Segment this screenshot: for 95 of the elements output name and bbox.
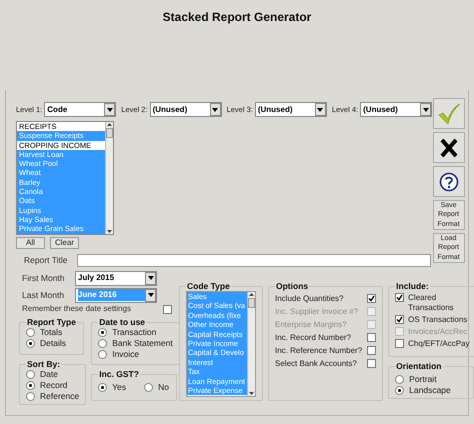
checkbox[interactable] xyxy=(395,339,404,348)
group-title: Orientation xyxy=(395,361,442,371)
radio-button[interactable] xyxy=(98,350,108,359)
group-title: Report Type xyxy=(26,317,77,327)
checkbox-label: Invoices/AccRec xyxy=(408,327,468,337)
dropdown-value: July 2015 xyxy=(78,272,116,284)
radio-button[interactable] xyxy=(395,386,404,395)
checkbox[interactable] xyxy=(395,293,404,302)
dropdown-field[interactable]: June 2016 xyxy=(75,288,157,302)
group-title: Date to use xyxy=(98,317,146,327)
checkbox-label: Inc. Reference Number? xyxy=(275,346,362,356)
dropdown-arrow-button[interactable] xyxy=(210,103,221,116)
dropdown-arrow-button[interactable] xyxy=(145,288,156,302)
checkbox-label: Inc. Record Number? xyxy=(275,333,352,343)
side-button[interactable] xyxy=(432,166,465,197)
caret-icon xyxy=(212,108,218,112)
list-button[interactable]: Clear xyxy=(50,237,79,249)
checkbox-label: Select Bank Accounts? xyxy=(275,359,357,369)
radio-button[interactable] xyxy=(98,383,108,392)
checkbox-label: Enterprise Margins? xyxy=(275,320,347,330)
dropdown-arrow-button[interactable] xyxy=(104,103,116,116)
dropdown-value: (Unused) xyxy=(152,104,188,116)
checkbox[interactable] xyxy=(395,315,404,324)
group-title: Code Type xyxy=(186,281,231,291)
checkbox[interactable] xyxy=(367,346,376,355)
scroll-up-arrow-icon[interactable] xyxy=(106,122,113,128)
radio-label: Invoice xyxy=(112,348,140,361)
field-label: Report Title xyxy=(23,254,68,266)
scrollbar[interactable] xyxy=(105,122,113,234)
radio-label: Details xyxy=(40,337,66,350)
radio-label: Bank Statement xyxy=(112,337,173,350)
checkbox-label: Remember these date settings xyxy=(22,303,131,315)
radio-label: Date xyxy=(40,369,58,381)
checkbox[interactable] xyxy=(163,304,172,314)
help-icon xyxy=(438,172,459,192)
window-title: Stacked Report Generator xyxy=(162,9,312,24)
radio-label: Record xyxy=(40,379,68,392)
scrollbar-thumb[interactable] xyxy=(106,128,113,138)
caret-icon xyxy=(148,276,154,280)
radio-button[interactable] xyxy=(26,339,35,348)
radio-label: Landscape xyxy=(409,384,451,397)
checkbox[interactable] xyxy=(367,359,376,368)
caret-icon xyxy=(422,108,429,112)
scroll-down-arrow-icon[interactable] xyxy=(248,390,255,396)
group-title: Sort By: xyxy=(26,359,62,369)
radio-label: Reference xyxy=(40,390,80,403)
radio-label: Portrait xyxy=(409,373,437,386)
dropdown-arrow-button[interactable] xyxy=(314,103,326,116)
list-button[interactable]: All xyxy=(16,237,45,249)
close-icon xyxy=(440,138,458,158)
radio-button[interactable] xyxy=(144,383,154,392)
scroll-down-arrow-icon[interactable] xyxy=(106,228,113,234)
caret-icon xyxy=(148,293,154,297)
dropdown-value: (Unused) xyxy=(363,104,399,116)
radio-button[interactable] xyxy=(98,339,108,348)
checkbox-label: Cleared Transactions xyxy=(408,293,455,313)
checkmark-icon xyxy=(436,102,461,124)
checkbox-label: OS Transactions xyxy=(408,315,468,325)
dropdown-field[interactable]: Code xyxy=(44,102,116,117)
radio-label: Totals xyxy=(40,327,62,339)
dropdown-value: June 2016 xyxy=(78,289,145,301)
dropdown-value: Code xyxy=(47,104,68,116)
dropdown-field[interactable]: July 2015 xyxy=(75,270,157,286)
radio-button[interactable] xyxy=(26,381,35,390)
radio-button[interactable] xyxy=(26,370,35,379)
side-button[interactable] xyxy=(432,132,465,163)
checkbox-label: Inc. Supplier Invoice #? xyxy=(275,307,358,317)
caret-icon xyxy=(106,108,113,112)
caret-icon xyxy=(317,108,324,112)
dropdown-arrow-button[interactable] xyxy=(420,103,432,116)
group-title: Options xyxy=(275,281,310,291)
scrollbar[interactable] xyxy=(247,292,255,396)
dropdown-value: (Unused) xyxy=(258,104,294,116)
radio-button[interactable] xyxy=(395,375,404,384)
dropdown-field[interactable]: (Unused) xyxy=(360,102,432,117)
radio-button[interactable] xyxy=(26,328,35,337)
checkbox[interactable] xyxy=(367,294,376,303)
group-title: Inc. GST? xyxy=(98,369,140,379)
radio-label: Yes xyxy=(112,381,126,394)
checkbox[interactable] xyxy=(367,333,376,342)
field-label: Last Month xyxy=(21,288,66,302)
input-field[interactable] xyxy=(77,254,432,266)
radio-label: Transaction xyxy=(112,326,156,339)
group-title: Include: xyxy=(395,281,430,291)
dropdown-field[interactable]: (Unused) xyxy=(254,102,327,117)
radio-button[interactable] xyxy=(26,392,35,401)
dropdown-field[interactable]: (Unused) xyxy=(150,102,222,117)
checkbox-label: Chq/EFT/AccPay xyxy=(408,339,471,349)
scroll-up-arrow-icon[interactable] xyxy=(248,292,255,298)
dropdown-arrow-button[interactable] xyxy=(145,272,156,284)
radio-label: No xyxy=(158,381,169,394)
scrollbar-thumb[interactable] xyxy=(248,298,255,308)
field-label: First Month xyxy=(21,272,66,284)
radio-button[interactable] xyxy=(98,328,108,337)
checkbox-label: Include Quantities? xyxy=(275,294,344,304)
